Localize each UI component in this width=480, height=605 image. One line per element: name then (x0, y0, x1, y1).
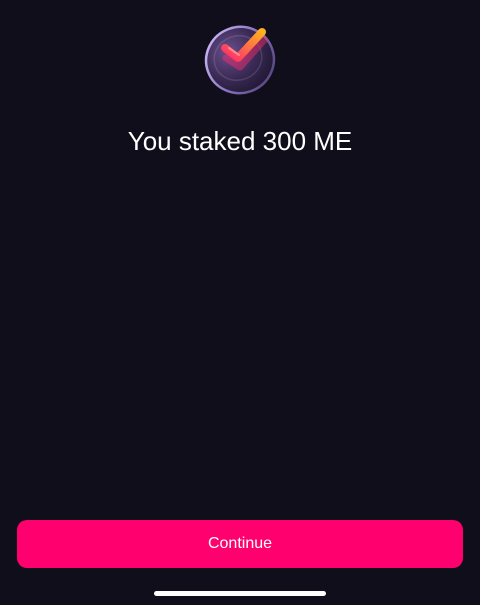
home-indicator[interactable] (154, 591, 326, 596)
continue-button[interactable]: Continue (17, 520, 463, 568)
stake-success-title: You staked 300 ME (127, 126, 353, 156)
checkmark-badge-icon (200, 18, 280, 98)
